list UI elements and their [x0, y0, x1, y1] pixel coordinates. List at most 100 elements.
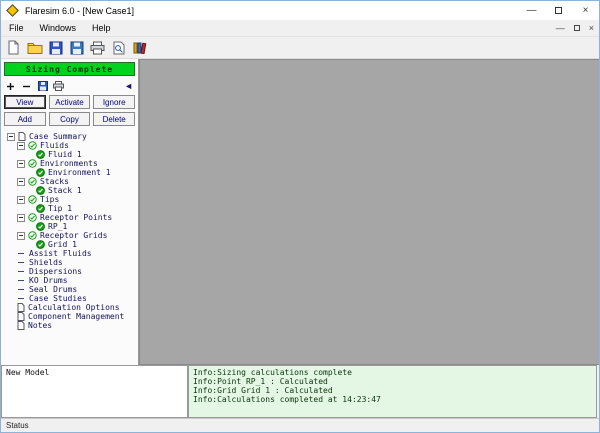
collapse-panel-button[interactable]: ◄	[124, 81, 133, 91]
tree-item-fluid-1[interactable]: Fluid 1	[3, 150, 136, 159]
check-open-icon	[28, 159, 37, 168]
tree-item-case-studies[interactable]: Case Studies	[3, 294, 136, 303]
collapse-toggle-icon[interactable]	[17, 213, 25, 222]
menu-help[interactable]: Help	[84, 23, 119, 33]
tree-item-stacks[interactable]: Stacks	[3, 177, 136, 186]
titlebar: Flaresim 6.0 - [New Case1] — ×	[1, 1, 599, 20]
statusbar: Status	[1, 418, 599, 432]
mdi-close-button[interactable]: ×	[589, 23, 594, 33]
sidebar: Sizing Complete ◄ View Activate Ignore Add…	[1, 59, 139, 365]
tree-item-fluids[interactable]: Fluids	[3, 141, 136, 150]
action-button-row: View Activate Ignore	[3, 94, 136, 111]
save-as-button[interactable]	[68, 38, 88, 57]
print-button[interactable]	[89, 38, 109, 57]
menubar: File Windows Help — ×	[1, 20, 599, 37]
menu-file[interactable]: File	[1, 23, 32, 33]
tree-item-tip-1[interactable]: Tip 1	[3, 204, 136, 213]
status-label: Status	[6, 421, 29, 430]
mdi-restore-button[interactable]	[573, 25, 580, 31]
library-button[interactable]	[131, 38, 151, 57]
tree-item-calculation-options[interactable]: Calculation Options	[3, 303, 136, 312]
tree-item-receptor-points[interactable]: Receptor Points	[3, 213, 136, 222]
collapse-toggle-icon[interactable]	[17, 195, 25, 204]
check-open-icon	[28, 231, 37, 240]
open-folder-button[interactable]	[26, 38, 46, 57]
tree-item-label: Notes	[28, 321, 53, 330]
workspace-canvas	[139, 59, 599, 365]
ignore-button[interactable]: Ignore	[93, 95, 136, 109]
menu-windows[interactable]: Windows	[32, 23, 85, 33]
collapse-toggle-icon[interactable]	[7, 132, 15, 141]
tree-item-rp-1[interactable]: RP_1	[3, 222, 136, 231]
tree-item-assist-fluids[interactable]: Assist Fluids	[3, 249, 136, 258]
toolbar	[1, 37, 599, 59]
add-button[interactable]: Add	[4, 112, 46, 126]
tree-item-label: Fluid 1	[48, 150, 82, 159]
tree-item-shields[interactable]: Shields	[3, 258, 136, 267]
minimize-button[interactable]: —	[518, 1, 545, 20]
tree-item-label: Stacks	[40, 177, 69, 186]
collapse-toggle-icon[interactable]	[17, 231, 25, 240]
save-mini-button[interactable]	[37, 80, 50, 92]
check-open-icon	[28, 177, 37, 186]
doc-icon	[17, 321, 25, 330]
maximize-button[interactable]	[545, 1, 572, 20]
log-panel: Info:Sizing calculations complete Info:Po…	[188, 365, 597, 418]
log-line: Info:Sizing calculations complete	[193, 368, 352, 377]
tree-item-dispersions[interactable]: Dispersions	[3, 267, 136, 276]
mdi-minimize-button[interactable]: —	[556, 23, 565, 33]
window-controls: — ×	[518, 1, 599, 20]
copy-button[interactable]: Copy	[48, 112, 91, 126]
dash-icon	[17, 276, 26, 285]
tree-item-stack-1[interactable]: Stack 1	[3, 186, 136, 195]
check-open-icon	[28, 141, 37, 150]
tree-item-label: Receptor Points	[40, 213, 113, 222]
check-solid-icon	[36, 204, 45, 213]
collapse-toggle-icon[interactable]	[17, 177, 25, 186]
main-content: Sizing Complete ◄ View Activate Ignore Add…	[1, 59, 599, 365]
tree-item-label: Stack 1	[48, 186, 82, 195]
close-button[interactable]: ×	[572, 1, 599, 20]
dash-icon	[17, 258, 26, 267]
tree-item-ko-drums[interactable]: KO Drums	[3, 276, 136, 285]
menubar-items: File Windows Help	[1, 23, 119, 33]
tree-item-label: Grid 1	[48, 240, 77, 249]
tree-item-label: Calculation Options	[28, 303, 120, 312]
dash-icon	[17, 267, 26, 276]
open-folder-icon	[27, 41, 43, 54]
tree-item-receptor-grids[interactable]: Receptor Grids	[3, 231, 136, 240]
check-solid-icon	[36, 222, 45, 231]
library-icon	[133, 41, 147, 54]
sidebar-mini-toolbar: ◄	[3, 78, 136, 94]
remove-button[interactable]	[22, 80, 34, 92]
preview-icon	[112, 41, 126, 55]
save-button[interactable]	[47, 38, 67, 57]
tree-item-notes[interactable]: Notes	[3, 321, 136, 330]
tree-item-seal-drums[interactable]: Seal Drums	[3, 285, 136, 294]
add-button[interactable]	[6, 80, 18, 92]
tree-item-label: Tips	[40, 195, 60, 204]
tree-item-label: Case Summary	[29, 132, 87, 141]
delete-button[interactable]: Delete	[93, 112, 136, 126]
tree-item-label: KO Drums	[29, 276, 68, 285]
collapse-toggle-icon[interactable]	[17, 141, 25, 150]
tree-item-label: Component Management	[28, 312, 125, 321]
activate-button[interactable]: Activate	[48, 95, 91, 109]
log-line: Info:Point RP_1 : Calculated	[193, 377, 328, 386]
preview-button[interactable]	[110, 38, 130, 57]
tree-item-tips[interactable]: Tips	[3, 195, 136, 204]
tree-item-component-management[interactable]: Component Management	[3, 312, 136, 321]
doc-icon	[17, 312, 25, 321]
collapse-toggle-icon[interactable]	[17, 159, 25, 168]
view-button[interactable]: View	[4, 95, 46, 109]
tree-item-grid-1[interactable]: Grid 1	[3, 240, 136, 249]
new-file-button[interactable]	[5, 38, 25, 57]
tree-item-label: Dispersions	[29, 267, 82, 276]
tree-item-environments[interactable]: Environments	[3, 159, 136, 168]
save-icon	[49, 41, 63, 55]
print-mini-button[interactable]	[53, 80, 66, 92]
tree-item-case-summary[interactable]: Case Summary	[3, 132, 136, 141]
tree-item-environment-1[interactable]: Environment 1	[3, 168, 136, 177]
check-solid-icon	[36, 168, 45, 177]
model-label: New Model	[6, 368, 50, 377]
